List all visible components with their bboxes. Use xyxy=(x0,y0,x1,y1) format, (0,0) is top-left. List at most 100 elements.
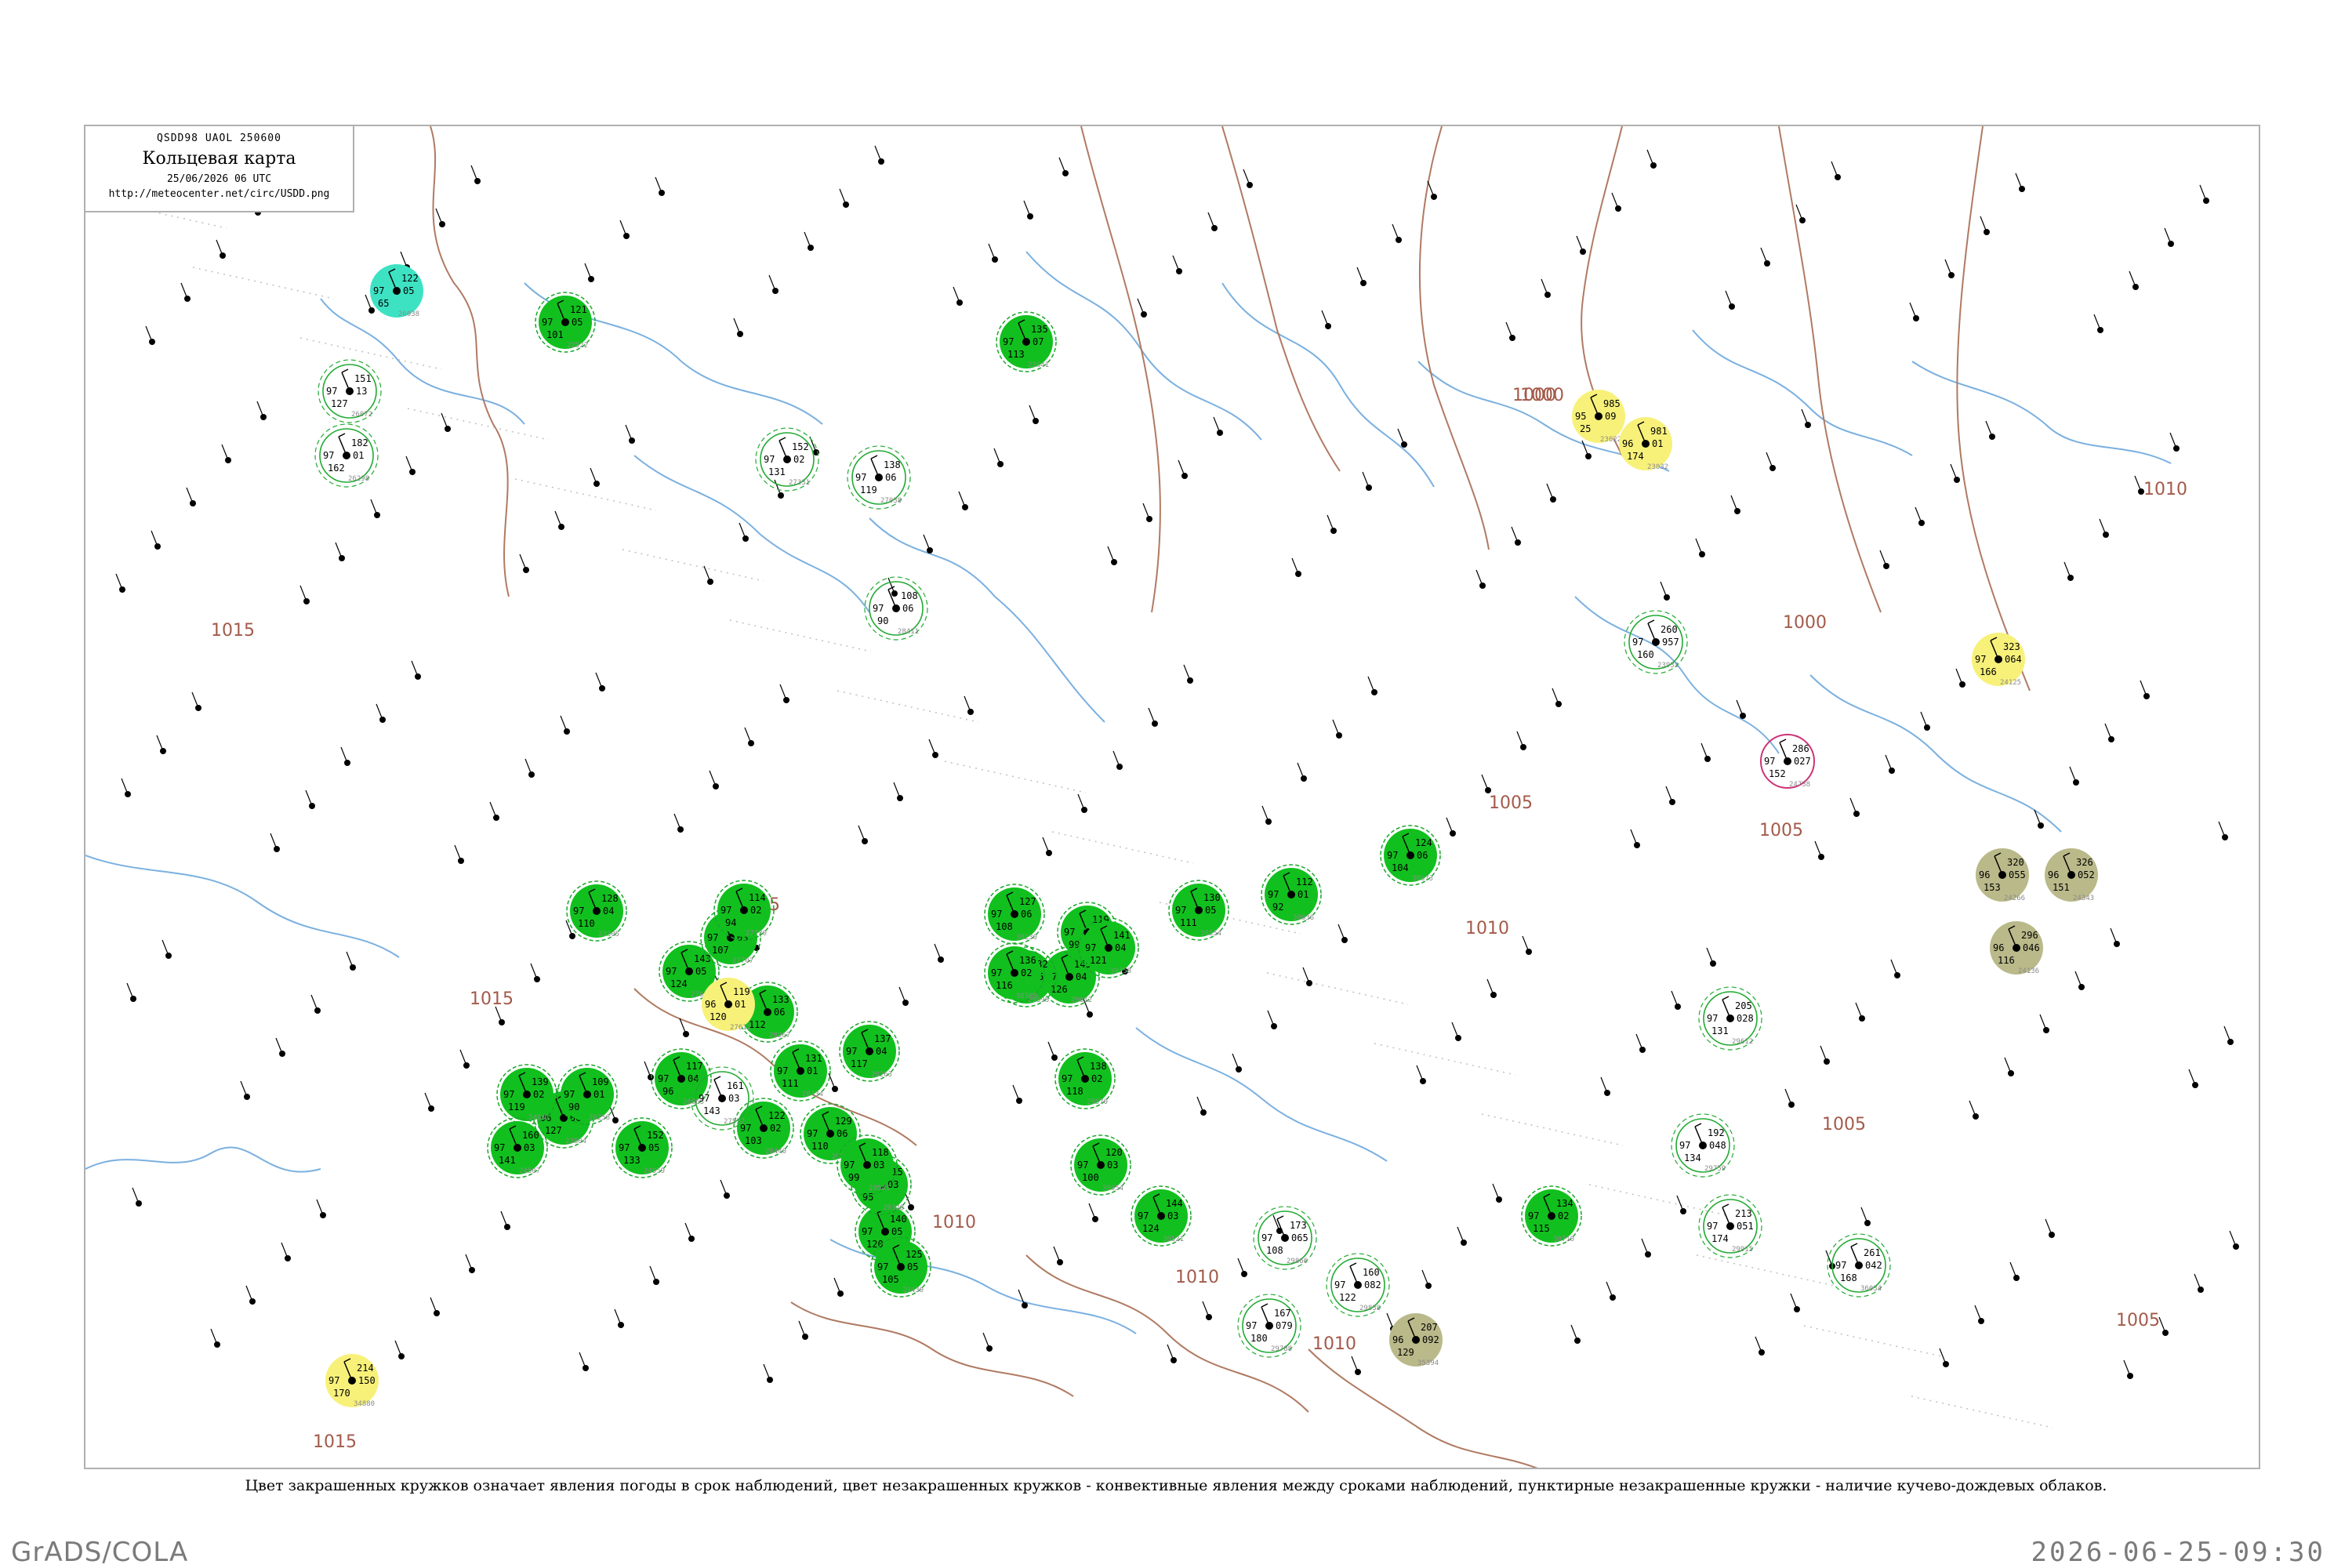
station-ring[interactable]: 182 97 01 16226298 xyxy=(314,423,379,488)
station-dewpoint: 97 xyxy=(1528,1210,1539,1221)
station-dewpoint: 97 xyxy=(873,603,884,614)
isobar-label: 1010 xyxy=(1465,919,1509,938)
station-haze[interactable]: 207 96 092 12935394 xyxy=(1389,1313,1443,1367)
station-rain[interactable]: 124 97 06 10430673 xyxy=(1380,825,1441,886)
station-pressure: 118 xyxy=(872,1147,889,1158)
station-tendency: 01 xyxy=(353,450,364,461)
station-haze[interactable]: 320 96 055 15324266 xyxy=(1976,848,2029,902)
station-dewpoint: 97 xyxy=(1064,927,1075,938)
station-rain[interactable]: 131 97 01 11128434 xyxy=(770,1040,831,1102)
station-id: 29263 xyxy=(871,1071,892,1079)
station-temperature: 25 xyxy=(1580,423,1591,434)
geography-layer xyxy=(85,126,2239,1468)
station-fog[interactable]: 323 97 064 16624125 xyxy=(1972,633,2025,687)
station-fog[interactable]: 985 95 09 25 23022 xyxy=(1572,390,1625,444)
station-tendency: 01 xyxy=(735,999,746,1010)
station-rain[interactable]: 130 97 05 11130554 xyxy=(1168,880,1229,941)
station-dewpoint: 97 xyxy=(1835,1260,1846,1271)
station-temperature: 92 xyxy=(1272,902,1283,913)
station-pressure: 323 xyxy=(2003,641,2020,652)
station-temperature: 124 xyxy=(1142,1223,1160,1234)
station-tendency: 02 xyxy=(770,1123,781,1134)
station-ring[interactable]: 160 97 082 12229838 xyxy=(1326,1253,1390,1317)
station-ring[interactable]: 138 97 06 11927038 xyxy=(847,445,911,510)
station-dewpoint: 97 xyxy=(1077,1160,1088,1171)
station-temperature: 134 xyxy=(1684,1152,1701,1163)
station-thunder[interactable]: 286 97 027 15224738 xyxy=(1760,734,1815,789)
station-haze[interactable]: 296 96 046 11624136 xyxy=(1990,921,2043,975)
station-pressure: 320 xyxy=(2007,857,2024,868)
station-temperature: 122 xyxy=(1339,1292,1356,1303)
station-dewpoint: 97 xyxy=(323,450,334,461)
station-dewpoint: 97 xyxy=(699,1093,710,1104)
station-ring[interactable]: 151 97 13 12726072 xyxy=(318,359,382,423)
station-ring[interactable]: 213 97 051 17429915 xyxy=(1698,1194,1762,1258)
station-id: 29788 xyxy=(1271,1345,1292,1353)
station-dewpoint: 97 xyxy=(764,454,775,465)
station-rain[interactable]: 128 97 04 11023305 xyxy=(566,880,627,942)
station-pressure: 213 xyxy=(1735,1208,1752,1219)
station-rain[interactable]: 125 97 05 10529430 xyxy=(870,1236,931,1298)
station-rain[interactable]: 139 97 02 11924641 xyxy=(496,1064,557,1125)
station-rain[interactable]: 121 97 05 10122522 xyxy=(535,292,596,353)
station-ring[interactable]: 192 97 048 13429759 xyxy=(1671,1113,1735,1178)
station-temperature: 101 xyxy=(546,329,564,340)
station-rain[interactable]: 138 97 02 118 29570 xyxy=(1054,1048,1116,1109)
station-rain[interactable]: 109 97 01 90 26258 xyxy=(557,1064,618,1125)
station-cyan[interactable]: 122 97 05 65 26038 xyxy=(370,264,423,318)
station-pressure: 137 xyxy=(874,1033,891,1044)
station-rain[interactable]: 127 97 06 10830230 xyxy=(984,884,1045,945)
station-temperature: 111 xyxy=(782,1078,799,1089)
station-ring[interactable]: 108 97 06 90 28411 xyxy=(864,576,928,641)
synoptic-map: 1015101510151015101010101010100510051005… xyxy=(84,125,2260,1469)
station-fog[interactable]: 214 97 150 170 34880 xyxy=(325,1354,379,1408)
bulletin-code: QSDD98 UAOL 250600 xyxy=(157,132,281,144)
station-haze[interactable]: 326 96 052 15124343 xyxy=(2045,848,2098,902)
station-rain[interactable]: 114 97 02 94 27730 xyxy=(713,880,775,941)
station-temperature: 120 xyxy=(710,1011,727,1022)
station-rain[interactable]: 112 97 01 92 30636 xyxy=(1261,864,1322,925)
station-id: 24959 xyxy=(644,1167,665,1175)
station-rain[interactable]: 118 97 03 99 29541 xyxy=(837,1134,898,1196)
station-tendency: 06 xyxy=(774,1007,785,1018)
station-pressure: 985 xyxy=(1603,398,1621,409)
source-url[interactable]: http://meteocenter.net/circ/USDD.png xyxy=(85,188,353,200)
station-dewpoint: 97 xyxy=(573,906,584,916)
station-temperature: 119 xyxy=(860,485,877,495)
station-ring[interactable]: 205 97 028 13129612 xyxy=(1698,986,1762,1051)
station-ring[interactable]: 260 97 957 16023933 xyxy=(1624,610,1688,674)
station-fog[interactable]: 981 96 01 17423032 xyxy=(1619,417,1672,471)
station-temperature: 127 xyxy=(545,1125,562,1136)
station-id: 24125 xyxy=(2000,679,2021,687)
station-id: 28411 xyxy=(898,628,919,636)
station-ring[interactable]: 152 97 02 13127331 xyxy=(755,427,819,492)
station-tendency: 05 xyxy=(648,1142,659,1153)
station-ring[interactable]: 173 97 065 108 29866 xyxy=(1253,1206,1317,1270)
station-dewpoint: 97 xyxy=(807,1128,818,1139)
station-rain[interactable]: 144 97 03 12430521 xyxy=(1131,1185,1192,1247)
station-temperature: 100 xyxy=(1082,1172,1099,1183)
station-dewpoint: 97 xyxy=(1175,905,1186,916)
station-rain[interactable]: 141 97 04 12130758 xyxy=(1078,917,1139,978)
station-pressure: 122 xyxy=(768,1110,786,1121)
station-rain[interactable]: 134 97 02 11530710 xyxy=(1521,1185,1582,1247)
isobar-label: 1005 xyxy=(1489,793,1533,813)
station-rain[interactable]: 135 97 07 11322641 xyxy=(996,311,1057,372)
station-fog[interactable]: 119 96 01 12027612 xyxy=(702,978,755,1032)
station-id: 28440 xyxy=(765,1148,786,1156)
station-temperature: 117 xyxy=(851,1058,868,1069)
station-id: 24507 xyxy=(519,1167,540,1175)
station-tendency: 05 xyxy=(891,1226,902,1237)
station-rain[interactable]: 152 97 05 13324959 xyxy=(612,1117,673,1178)
station-id: 29570 xyxy=(1087,1098,1108,1106)
station-ring[interactable]: 167 97 079 18029788 xyxy=(1237,1294,1301,1358)
station-tendency: 052 xyxy=(2078,869,2095,880)
station-rain[interactable]: 137 97 04 11729263 xyxy=(839,1021,900,1082)
station-pressure: 127 xyxy=(1019,896,1036,907)
station-rain[interactable]: 12297 0210328440 xyxy=(733,1098,794,1159)
station-temperature: 112 xyxy=(749,1019,766,1030)
station-rain[interactable]: 136 97 02 11630309 xyxy=(984,942,1045,1004)
station-ring[interactable]: 261 97 042 16836034 xyxy=(1827,1233,1891,1298)
station-rain[interactable]: 160 97 03 14124507 xyxy=(487,1117,548,1178)
station-rain[interactable]: 120 97 03 10030054 xyxy=(1070,1134,1131,1196)
